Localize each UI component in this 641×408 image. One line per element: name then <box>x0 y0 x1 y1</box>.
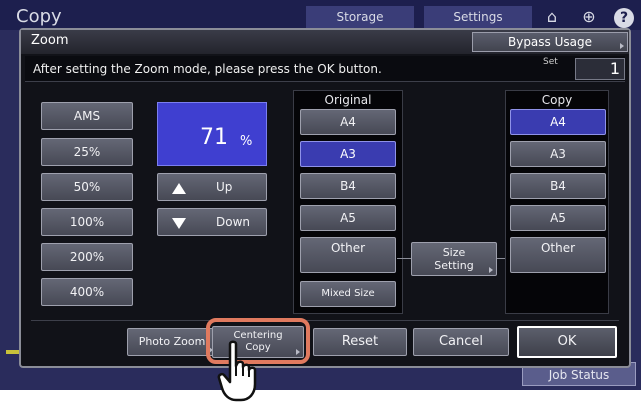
dialog-titlebar: Zoom Bypass Usage <box>21 30 629 54</box>
top-bar: Copy Storage Settings ⌂ ⊕ ? <box>0 0 641 30</box>
copy-a5-button[interactable]: A5 <box>510 205 606 231</box>
copy-a3-button[interactable]: A3 <box>510 141 606 167</box>
set-count-display: 1 <box>575 58 625 80</box>
bypass-usage-button[interactable]: Bypass Usage <box>472 32 628 52</box>
help-icon[interactable]: ? <box>614 8 634 28</box>
zoom-value-display: 71 % <box>157 102 267 166</box>
copy-a4-button[interactable]: A4 <box>510 109 606 135</box>
zoom-200-button[interactable]: 200% <box>41 243 133 271</box>
original-b4-button[interactable]: B4 <box>300 173 396 199</box>
zoom-dialog: Zoom Bypass Usage After setting the Zoom… <box>19 28 631 368</box>
zoom-25-button[interactable]: 25% <box>41 138 133 166</box>
connector-line <box>397 258 411 259</box>
reset-button[interactable]: Reset <box>313 328 407 356</box>
dialog-title: Zoom <box>31 33 69 48</box>
up-arrow-icon <box>172 183 186 194</box>
submenu-arrow-icon <box>620 43 624 49</box>
mixed-size-button[interactable]: Mixed Size <box>300 281 396 307</box>
copy-other-button[interactable]: Other <box>510 237 606 273</box>
copy-b4-button[interactable]: B4 <box>510 173 606 199</box>
original-header: Original <box>324 93 372 107</box>
message-bar: After setting the Zoom mode, please pres… <box>25 56 625 82</box>
up-label: Up <box>216 180 233 194</box>
status-strip <box>6 350 20 354</box>
copy-header: Copy <box>541 93 573 107</box>
size-setting-button[interactable]: Size Setting <box>411 242 497 276</box>
app-title: Copy <box>16 6 62 27</box>
zoom-400-button[interactable]: 400% <box>41 278 133 306</box>
down-arrow-icon <box>172 218 186 229</box>
original-a5-button[interactable]: A5 <box>300 205 396 231</box>
globe-icon[interactable]: ⊕ <box>578 6 600 28</box>
down-label: Down <box>216 215 251 229</box>
photo-zoom-label: Photo Zoom <box>138 335 206 348</box>
pointing-hand-icon <box>217 340 257 402</box>
zoom-ams-button[interactable]: AMS <box>41 102 133 130</box>
instruction-message: After setting the Zoom mode, please pres… <box>33 62 382 76</box>
original-a4-button[interactable]: A4 <box>300 109 396 135</box>
original-other-button[interactable]: Other <box>300 237 396 273</box>
cancel-button[interactable]: Cancel <box>413 328 509 356</box>
original-a3-button[interactable]: A3 <box>300 141 396 167</box>
photo-zoom-button[interactable]: Photo Zoom <box>127 328 217 356</box>
tab-settings[interactable]: Settings <box>424 6 532 28</box>
copy-size-panel: Copy A4 A3 B4 A5 Other <box>505 90 609 314</box>
original-size-panel: Original A4 A3 B4 A5 Other Mixed Size <box>293 90 403 314</box>
divider <box>31 320 619 321</box>
ok-button[interactable]: OK <box>517 326 617 358</box>
zoom-50-button[interactable]: 50% <box>41 173 133 201</box>
zoom-unit: % <box>240 134 253 149</box>
set-label: Set <box>543 57 558 67</box>
size-setting-line1: Size <box>442 246 466 259</box>
zoom-up-button[interactable]: Up <box>157 173 267 201</box>
zoom-100-button[interactable]: 100% <box>41 208 133 236</box>
submenu-arrow-icon <box>489 267 493 273</box>
size-setting-line2: Setting <box>434 259 474 272</box>
zoom-percentage: 71 <box>200 125 228 150</box>
home-icon[interactable]: ⌂ <box>541 6 563 28</box>
bypass-usage-label: Bypass Usage <box>507 35 592 49</box>
tab-storage[interactable]: Storage <box>306 6 414 28</box>
zoom-down-button[interactable]: Down <box>157 208 267 236</box>
